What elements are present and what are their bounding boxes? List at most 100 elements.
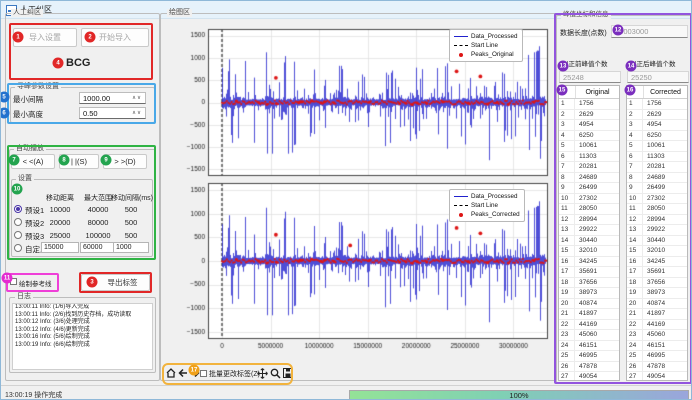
preset-radio[interactable] bbox=[14, 218, 22, 226]
row-index: 26 bbox=[627, 362, 643, 372]
table-row[interactable]: 1634245 bbox=[559, 257, 619, 268]
row-index: 13 bbox=[559, 225, 575, 235]
row-index: 21 bbox=[559, 309, 575, 319]
table-row[interactable]: 1027302 bbox=[559, 194, 619, 205]
corrected-peaks-table[interactable]: Corrected 117562262934954462505100616113… bbox=[626, 85, 688, 381]
table-row[interactable]: 1430440 bbox=[627, 236, 687, 247]
table-row[interactable]: 1532010 bbox=[627, 246, 687, 257]
table-row[interactable]: 2141897 bbox=[559, 309, 619, 320]
preset-row-预设3: 预设325000100000500 bbox=[14, 230, 154, 241]
legend-start-line: Start Line bbox=[471, 202, 498, 209]
table-row[interactable]: 1837656 bbox=[559, 278, 619, 289]
home-icon[interactable] bbox=[165, 367, 176, 379]
data-length-field[interactable]: 33003000 bbox=[611, 25, 688, 38]
table-row[interactable]: 1938973 bbox=[559, 288, 619, 299]
preset-radio[interactable] bbox=[14, 231, 22, 239]
batch-change-checkbox[interactable] bbox=[200, 370, 207, 377]
table-row[interactable]: 1128050 bbox=[627, 204, 687, 215]
table-row[interactable]: 1634245 bbox=[627, 257, 687, 268]
table-row[interactable]: 1228994 bbox=[627, 215, 687, 226]
table-row[interactable]: 2647878 bbox=[559, 362, 619, 373]
custom-value-input[interactable]: 60000 bbox=[80, 242, 116, 253]
forward-arrow-icon[interactable] bbox=[189, 367, 200, 379]
after-count-field[interactable]: 25250 bbox=[627, 71, 689, 83]
table-row[interactable]: 34954 bbox=[627, 120, 687, 131]
legend-peaks-original: Peaks_Original bbox=[471, 51, 514, 58]
table-row[interactable]: 46250 bbox=[627, 131, 687, 142]
spinbox-arrows-icon[interactable]: ∧∨ bbox=[132, 110, 142, 116]
log-box[interactable]: 13:00:11 Info: (1/6)导入完成13:00:11 Info: (… bbox=[12, 303, 153, 370]
table-row[interactable]: 2040874 bbox=[559, 299, 619, 310]
preset-radio[interactable] bbox=[14, 244, 22, 252]
table-row[interactable]: 1837656 bbox=[627, 278, 687, 289]
min-height-spinbox[interactable]: 0.50 ∧∨ bbox=[79, 107, 146, 119]
table-row[interactable]: 611303 bbox=[559, 152, 619, 163]
zoom-icon[interactable] bbox=[270, 367, 281, 379]
table-row[interactable]: 510061 bbox=[627, 141, 687, 152]
table-row[interactable]: 2345060 bbox=[627, 330, 687, 341]
table-row[interactable]: 22629 bbox=[559, 110, 619, 121]
table-row[interactable]: 34954 bbox=[559, 120, 619, 131]
reference-line-checkbox[interactable] bbox=[10, 278, 17, 285]
dot-sample-icon bbox=[454, 53, 468, 57]
start-import-button[interactable]: 开始导入 bbox=[81, 28, 149, 47]
export-labels-button[interactable]: 导出标签 bbox=[81, 274, 150, 291]
table-row[interactable]: 1128050 bbox=[559, 204, 619, 215]
table-row[interactable]: 2446151 bbox=[559, 341, 619, 352]
table-row[interactable]: 824689 bbox=[559, 173, 619, 184]
table-row[interactable]: 720281 bbox=[627, 162, 687, 173]
preset-radio[interactable] bbox=[14, 205, 22, 213]
spinbox-arrows-icon[interactable]: ∧∨ bbox=[132, 95, 142, 101]
table-row[interactable]: 2244169 bbox=[559, 320, 619, 331]
peak-value: 34245 bbox=[575, 257, 619, 267]
min-interval-spinbox[interactable]: 1000.00 ∧∨ bbox=[79, 92, 146, 104]
peak-value: 45060 bbox=[575, 330, 619, 340]
before-count-field[interactable]: 25248 bbox=[559, 71, 621, 83]
table-row[interactable]: 611303 bbox=[627, 152, 687, 163]
table-row[interactable]: 1228994 bbox=[559, 215, 619, 226]
table-row[interactable]: 46250 bbox=[559, 131, 619, 142]
table-row[interactable]: 2749054 bbox=[627, 372, 687, 381]
table-row[interactable]: 22629 bbox=[627, 110, 687, 121]
original-peaks-table[interactable]: Original 1175622629349544625051006161130… bbox=[558, 85, 620, 381]
peak-value: 37656 bbox=[643, 278, 687, 288]
pause-button[interactable]: | |(S) bbox=[59, 154, 99, 169]
save-icon[interactable] bbox=[282, 367, 293, 379]
table-row[interactable]: 1430440 bbox=[559, 236, 619, 247]
table-row[interactable]: 926499 bbox=[559, 183, 619, 194]
table-row[interactable]: 1938973 bbox=[627, 288, 687, 299]
table-row[interactable]: 824689 bbox=[627, 173, 687, 184]
rewind-button[interactable]: < <(A) bbox=[11, 154, 55, 169]
import-settings-button[interactable]: 导入设置 bbox=[13, 28, 77, 47]
table-row[interactable]: 720281 bbox=[559, 162, 619, 173]
table-row[interactable]: 2446151 bbox=[627, 341, 687, 352]
back-arrow-icon[interactable] bbox=[177, 367, 188, 379]
row-index: 1 bbox=[627, 99, 643, 109]
table-row[interactable]: 1329922 bbox=[627, 225, 687, 236]
peak-value: 26499 bbox=[643, 183, 687, 193]
table-row[interactable]: 1329922 bbox=[559, 225, 619, 236]
row-index: 16 bbox=[559, 257, 575, 267]
table-row[interactable]: 11756 bbox=[559, 99, 619, 110]
table-row[interactable]: 2647878 bbox=[627, 362, 687, 373]
table-row[interactable]: 2546995 bbox=[627, 351, 687, 362]
table-row[interactable]: 2040874 bbox=[627, 299, 687, 310]
table-row[interactable]: 926499 bbox=[627, 183, 687, 194]
table-row[interactable]: 2141897 bbox=[627, 309, 687, 320]
table-row[interactable]: 1532010 bbox=[559, 246, 619, 257]
custom-value-input[interactable]: 15000 bbox=[41, 242, 79, 253]
table-row[interactable]: 1735691 bbox=[627, 267, 687, 278]
row-index: 19 bbox=[559, 288, 575, 298]
custom-value-input[interactable]: 1000 bbox=[113, 242, 149, 253]
table-row[interactable]: 510061 bbox=[559, 141, 619, 152]
legend-data-processed: Data_Processed bbox=[471, 193, 518, 200]
pan-icon[interactable] bbox=[257, 367, 268, 379]
table-row[interactable]: 2345060 bbox=[559, 330, 619, 341]
table-row[interactable]: 2546995 bbox=[559, 351, 619, 362]
table-row[interactable]: 11756 bbox=[627, 99, 687, 110]
forward-button[interactable]: > >(D) bbox=[103, 154, 147, 169]
table-row[interactable]: 1735691 bbox=[559, 267, 619, 278]
table-row[interactable]: 1027302 bbox=[627, 194, 687, 205]
table-row[interactable]: 2749054 bbox=[559, 372, 619, 381]
table-row[interactable]: 2244169 bbox=[627, 320, 687, 331]
